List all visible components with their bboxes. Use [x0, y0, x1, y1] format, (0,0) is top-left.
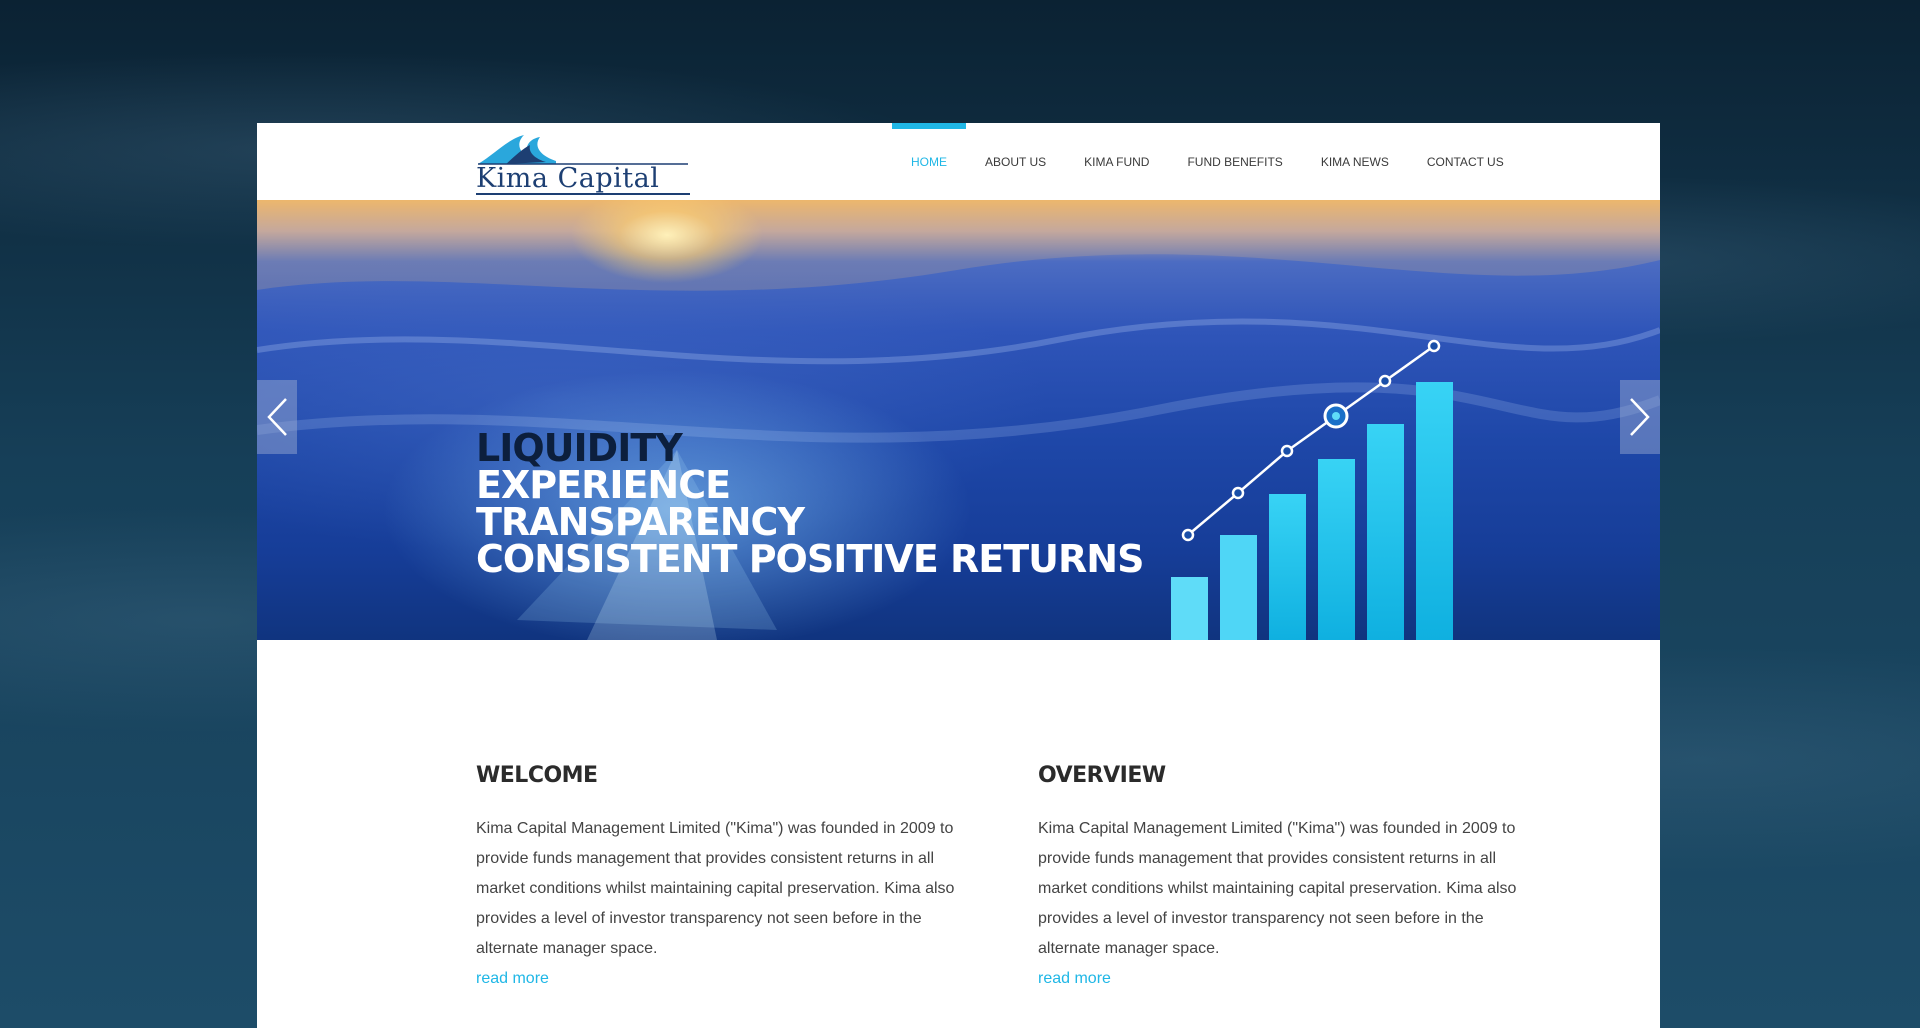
nav-item-fund-benefits[interactable]: FUND BENEFITS [1168, 123, 1301, 200]
hero-line-liquidity: LIQUIDITY [476, 426, 683, 470]
logo-underline [476, 193, 690, 195]
hero-line-experience: EXPERIENCE [476, 463, 731, 507]
nav-item-contact-us[interactable]: CONTACT US [1408, 123, 1523, 200]
chart-bar [1171, 577, 1208, 640]
hero-slider: LIQUIDITY EXPERIENCE TRANSPARENCY CONSIS… [257, 200, 1660, 640]
chart-bar [1269, 494, 1306, 640]
overview-title: OVERVIEW [1038, 763, 1166, 788]
chart-point [1181, 528, 1195, 542]
page-container: Kima Capital HOME ABOUT US KIMA FUND FUN… [257, 123, 1660, 1028]
chart-point [1280, 444, 1294, 458]
nav-item-about-us[interactable]: ABOUT US [966, 123, 1065, 200]
logo[interactable]: Kima Capital [476, 131, 690, 195]
welcome-column: WELCOME Kima Capital Management Limited … [476, 763, 956, 994]
slider-prev-button[interactable] [257, 380, 297, 454]
overview-read-more-link[interactable]: read more [1038, 964, 1518, 994]
chart-point [1231, 486, 1245, 500]
chart-bar [1318, 459, 1355, 640]
growth-chart-graphic [1171, 339, 1453, 640]
slider-next-button[interactable] [1620, 380, 1660, 454]
hero-line-transparency: TRANSPARENCY [476, 500, 805, 544]
welcome-read-more-link[interactable]: read more [476, 964, 956, 994]
hero-headline: LIQUIDITY EXPERIENCE TRANSPARENCY CONSIS… [476, 426, 1144, 581]
chevron-right-icon [1630, 398, 1650, 436]
chevron-left-icon [267, 398, 287, 436]
logo-text: Kima Capital [476, 163, 660, 194]
chart-bar [1220, 535, 1257, 640]
welcome-title: WELCOME [476, 763, 598, 788]
nav-item-home[interactable]: HOME [892, 123, 966, 200]
main-nav: HOME ABOUT US KIMA FUND FUND BENEFITS KI… [892, 123, 1523, 200]
chart-point [1427, 339, 1441, 353]
overview-body: Kima Capital Management Limited ("Kima")… [1038, 820, 1517, 957]
nav-item-kima-news[interactable]: KIMA NEWS [1302, 123, 1408, 200]
wave-logo-icon [478, 135, 688, 165]
chart-bar [1416, 382, 1453, 640]
chart-point [1332, 412, 1340, 420]
welcome-body: Kima Capital Management Limited ("Kima")… [476, 820, 955, 957]
site-header: Kima Capital HOME ABOUT US KIMA FUND FUN… [257, 123, 1660, 200]
nav-item-kima-fund[interactable]: KIMA FUND [1065, 123, 1168, 200]
overview-column: OVERVIEW Kima Capital Management Limited… [1038, 763, 1518, 994]
hero-line-returns: CONSISTENT POSITIVE RETURNS [476, 537, 1144, 581]
chart-bar [1367, 424, 1404, 640]
chart-point [1378, 374, 1392, 388]
